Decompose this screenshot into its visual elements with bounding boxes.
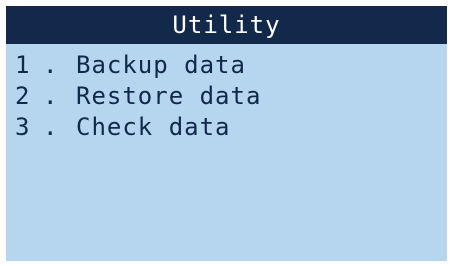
menu-item-separator: . (43, 113, 59, 141)
title-bar: Utility (6, 6, 447, 44)
utility-menu: 1. Backup data 2. Restore data 3. Check dat… (15, 50, 261, 143)
menu-item-backup-data[interactable]: 1. Backup data (15, 50, 261, 81)
menu-item-check-data[interactable]: 3. Check data (15, 112, 261, 143)
menu-item-separator: . (43, 82, 59, 110)
menu-item-label: Backup data (76, 51, 246, 79)
menu-item-number: 3 (15, 113, 31, 141)
menu-item-label: Check data (76, 113, 231, 141)
menu-item-label: Restore data (76, 82, 262, 110)
menu-item-number: 1 (15, 51, 31, 79)
utility-screen: Utility 1. Backup data 2. Restore data 3. C… (6, 6, 447, 261)
menu-item-number: 2 (15, 82, 31, 110)
page-title: Utility (172, 11, 281, 39)
menu-item-separator: . (43, 51, 59, 79)
menu-item-restore-data[interactable]: 2. Restore data (15, 81, 261, 112)
